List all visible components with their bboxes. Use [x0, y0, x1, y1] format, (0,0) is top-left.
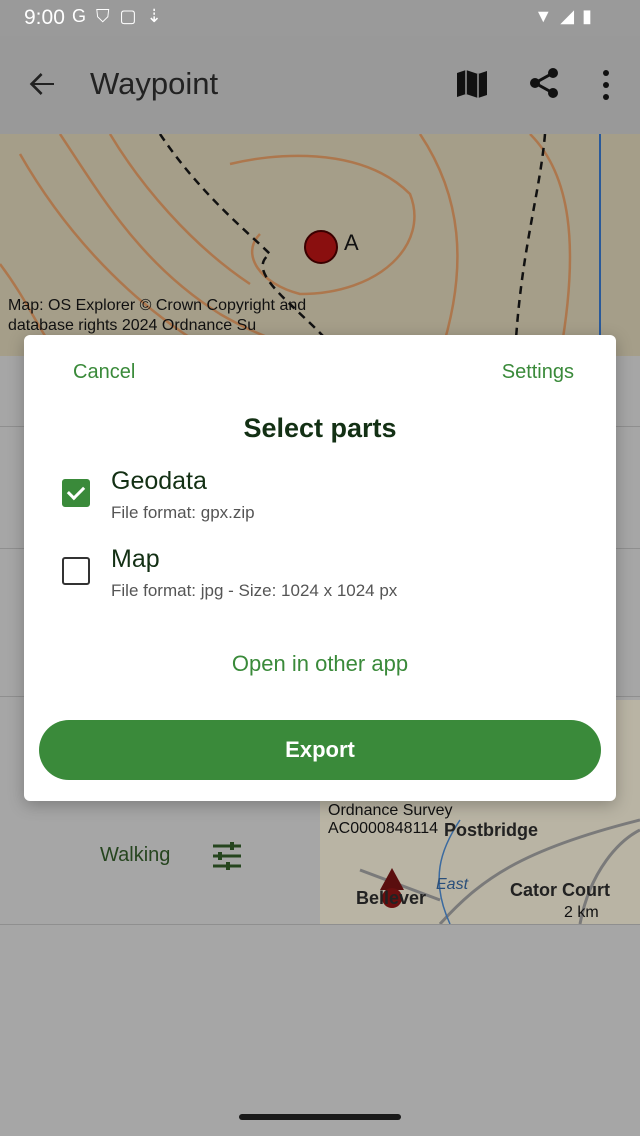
place-label: Bellever: [356, 888, 427, 908]
place-label: Postbridge: [444, 820, 539, 840]
map-credit: Map: OS Explorer © Crown Copyright and d…: [8, 297, 307, 334]
place-label: East: [436, 876, 469, 893]
status-right-icons: ▼◢▮: [534, 6, 600, 27]
option-map[interactable]: Map File format: jpg - Size: 1024 x 1024…: [60, 545, 600, 615]
wifi-icon: ▼: [534, 6, 561, 26]
status-left-icons: G⛉▢⇣: [72, 6, 172, 27]
share-icon[interactable]: [527, 66, 561, 100]
option-subtitle: File format: gpx.zip: [111, 503, 255, 522]
open-in-other-app-button[interactable]: Open in other app: [24, 651, 616, 677]
option-geodata[interactable]: Geodata File format: gpx.zip: [60, 467, 600, 537]
app-bar: Waypoint: [0, 36, 640, 134]
option-title: Geodata: [111, 467, 207, 495]
status-bar: 9:00 G⛉▢⇣ ▼◢▮: [0, 0, 640, 36]
page-title: Waypoint: [90, 66, 219, 101]
export-button[interactable]: Export: [39, 720, 601, 780]
option-subtitle: File format: jpg - Size: 1024 x 1024 px: [111, 581, 398, 600]
battery-icon: ▮: [582, 6, 600, 26]
map-scale: 2 km: [564, 904, 599, 921]
place-label: Cator Court: [510, 880, 610, 900]
dialog-title: Select parts: [243, 413, 397, 443]
shield-icon: ⛉: [96, 6, 120, 26]
waypoint-marker-label: A: [344, 230, 359, 255]
route-type-label[interactable]: Walking: [100, 844, 170, 867]
signal-icon: ◢: [560, 6, 583, 26]
back-arrow-icon[interactable]: [26, 68, 58, 100]
more-vert-icon[interactable]: [598, 68, 614, 102]
home-indicator[interactable]: [239, 1114, 401, 1120]
cast-icon: ▢: [119, 6, 147, 26]
map-icon[interactable]: [455, 68, 489, 100]
geodata-checkbox[interactable]: [62, 479, 90, 507]
map-preview[interactable]: A Map: OS Explorer © Crown Copyright and…: [0, 134, 640, 356]
select-parts-dialog: Cancel Settings Select parts Geodata Fil…: [24, 335, 616, 801]
map-checkbox[interactable]: [62, 557, 90, 585]
download-icon: ⇣: [146, 6, 172, 26]
status-time: 9:00: [24, 6, 65, 29]
tune-icon[interactable]: [212, 842, 242, 870]
divider: [0, 924, 640, 925]
waypoint-marker[interactable]: [304, 230, 338, 264]
option-title: Map: [111, 545, 160, 573]
settings-button[interactable]: Settings: [502, 361, 574, 384]
cancel-button[interactable]: Cancel: [73, 361, 135, 384]
google-icon: G: [72, 6, 97, 26]
